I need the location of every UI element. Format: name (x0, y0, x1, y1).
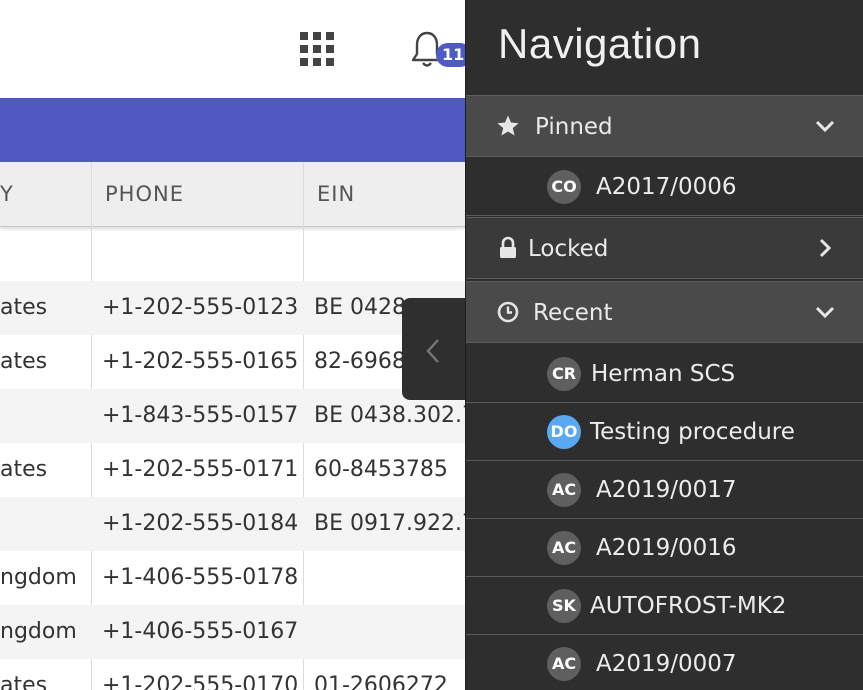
cell-phone: +1-843-555-0157 (102, 403, 299, 428)
table-row[interactable]: +1-202-555-0184 BE 0917.922.7 (0, 497, 465, 551)
table-row[interactable]: ates +1-202-555-0165 82-6968 (0, 335, 465, 389)
cell-ein: BE 0917.922.7 (314, 511, 465, 536)
cell-country (0, 227, 91, 281)
collapse-nav-button[interactable] (402, 298, 465, 400)
avatar: SK (547, 589, 581, 623)
toolbar-band (0, 98, 465, 162)
cell-phone: +1-202-555-0165 (102, 349, 299, 374)
cell-phone: +1-406-555-0167 (102, 619, 299, 644)
table-body: ates +1-202-555-0123 BE 0428 ates +1-202… (0, 227, 465, 690)
table-header: Y PHONE EIN (0, 162, 465, 227)
section-recent[interactable]: Recent (466, 281, 863, 343)
section-locked[interactable]: Locked (466, 217, 863, 279)
cell-phone: +1-202-555-0123 (102, 295, 299, 320)
cell-ein (303, 551, 465, 605)
avatar: AC (547, 647, 581, 681)
navigation-panel: Navigation Pinned CO A2017/0006 Locked R… (465, 0, 863, 690)
table-row[interactable]: +1-843-555-0157 BE 0438.302.7 (0, 389, 465, 443)
lock-icon (500, 236, 516, 258)
clock-icon (497, 301, 519, 323)
nav-item[interactable]: AC A2019/0017 (466, 461, 863, 519)
section-pinned[interactable]: Pinned (466, 95, 863, 157)
nav-item[interactable]: DO Testing procedure (466, 403, 863, 461)
chevron-right-icon (819, 238, 832, 258)
nav-item[interactable]: AC A2019/0007 (466, 635, 863, 690)
nav-item-label: AUTOFROST-MK2 (590, 593, 787, 619)
cell-country: ates (0, 349, 48, 374)
chevron-left-icon (426, 339, 439, 363)
table-row[interactable]: ates +1-202-555-0171 60-8453785 (0, 443, 465, 497)
table-row[interactable]: ates +1-202-555-0123 BE 0428 (0, 281, 465, 335)
cell-country (0, 389, 91, 443)
cell-country (0, 497, 91, 551)
nav-item-label: A2019/0017 (596, 477, 737, 503)
cell-phone (91, 227, 303, 281)
table-row[interactable]: ngdom +1-406-555-0167 (0, 605, 465, 659)
nav-item-label: A2019/0016 (596, 535, 737, 561)
cell-country: ates (0, 295, 48, 320)
cell-country: ates (0, 673, 48, 690)
avatar: CO (547, 170, 581, 204)
cell-ein: 60-8453785 (314, 457, 448, 482)
cell-phone: +1-202-555-0170 (102, 673, 299, 690)
nav-item[interactable]: CO A2017/0006 (466, 158, 863, 216)
column-header-ein[interactable]: EIN (303, 162, 355, 226)
nav-item-label: Testing procedure (590, 419, 795, 445)
star-icon (497, 115, 519, 136)
chevron-down-icon (815, 306, 835, 319)
main-app: 11 Y PHONE EIN ates +1-202-555-0123 BE 0… (0, 0, 465, 690)
table-row[interactable]: ates +1-202-555-0170 01-2606272 (0, 659, 465, 690)
nav-item-label: A2017/0006 (596, 174, 737, 200)
avatar: DO (547, 415, 581, 449)
nav-item[interactable]: CR Herman SCS (466, 345, 863, 403)
cell-phone: +1-202-555-0184 (102, 511, 299, 536)
avatar: CR (547, 357, 581, 391)
cell-ein (303, 605, 465, 659)
cell-phone: +1-202-555-0171 (102, 457, 299, 482)
nav-item-label: Herman SCS (591, 361, 736, 387)
cell-ein (303, 227, 465, 281)
section-label: Locked (528, 236, 609, 262)
avatar: AC (547, 473, 581, 507)
section-label: Pinned (535, 114, 613, 140)
cell-phone: +1-406-555-0178 (102, 565, 299, 590)
nav-title: Navigation (498, 20, 702, 67)
avatar: AC (547, 531, 581, 565)
column-header-country[interactable]: Y (0, 162, 14, 226)
cell-country: ngdom (0, 565, 77, 590)
grid-icon[interactable] (300, 32, 334, 66)
nav-item[interactable]: AC A2019/0016 (466, 519, 863, 577)
cell-country: ates (0, 457, 48, 482)
table-row[interactable] (0, 227, 465, 281)
nav-item-label: A2019/0007 (596, 651, 737, 677)
section-label: Recent (533, 300, 613, 326)
column-header-phone[interactable]: PHONE (91, 162, 184, 226)
cell-country: ngdom (0, 619, 77, 644)
nav-item[interactable]: SK AUTOFROST-MK2 (466, 577, 863, 635)
table-row[interactable]: ngdom +1-406-555-0178 (0, 551, 465, 605)
chevron-down-icon (815, 120, 835, 133)
notification-badge[interactable]: 11 (436, 43, 465, 67)
cell-ein: 01-2606272 (314, 673, 448, 690)
top-bar: 11 (0, 0, 465, 98)
